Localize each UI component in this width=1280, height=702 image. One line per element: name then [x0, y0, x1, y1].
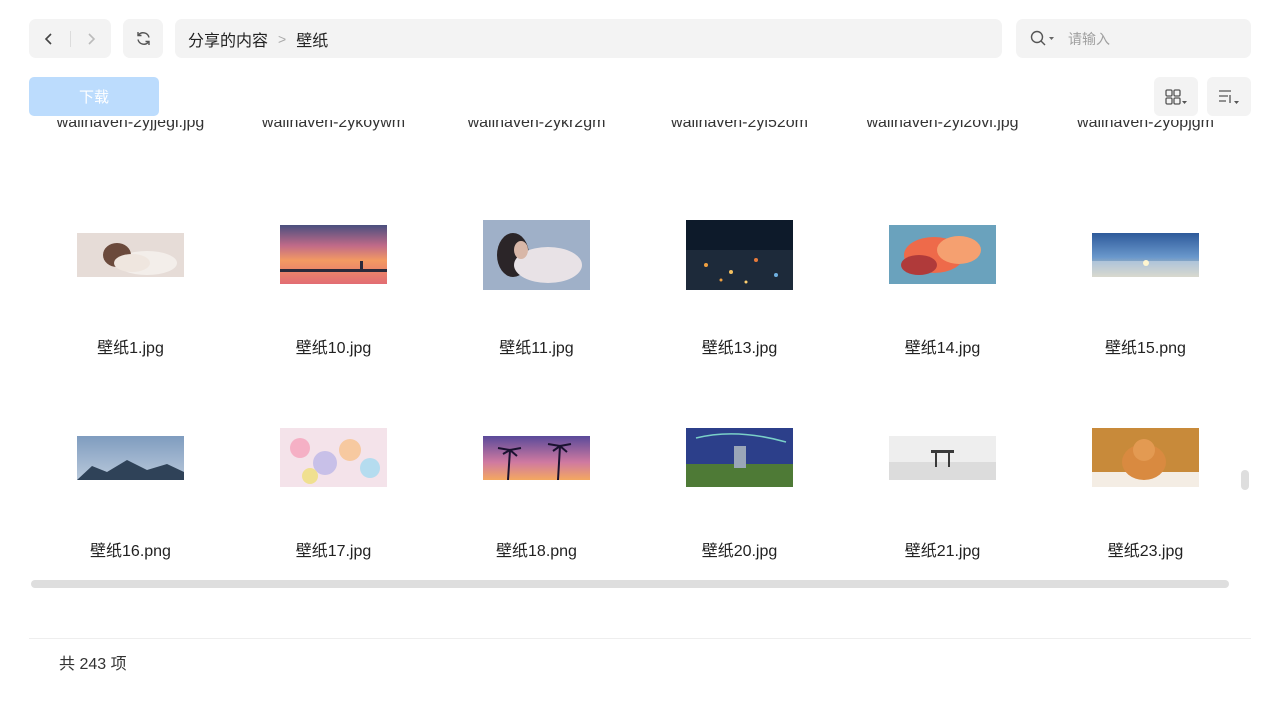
file-grid: wallhaven-2yjjegl.jpg wallhaven-2ykoywm … — [29, 120, 1229, 578]
thumbnail-image — [889, 436, 996, 480]
file-name: 壁纸10.jpg — [295, 340, 372, 357]
file-tile[interactable]: 壁纸10.jpg — [232, 220, 435, 423]
file-name: 壁纸14.jpg — [904, 340, 981, 357]
thumbnail-image — [483, 436, 590, 480]
grid-view-icon — [1165, 88, 1187, 105]
thumbnail-image — [889, 225, 996, 284]
file-tile[interactable]: 壁纸1.jpg — [29, 220, 232, 423]
horizontal-scrollbar[interactable] — [31, 580, 1229, 588]
thumbnail-image — [77, 233, 184, 277]
search-box — [1016, 19, 1251, 58]
thumbnail-image — [1092, 233, 1199, 277]
refresh-button[interactable] — [123, 19, 163, 58]
chevron-left-icon — [45, 32, 52, 45]
file-tile[interactable]: 壁纸20.jpg — [638, 423, 841, 578]
file-tile[interactable]: 壁纸21.jpg — [841, 423, 1044, 578]
thumbnail-image — [280, 225, 387, 284]
partial-row: wallhaven-2yjjegl.jpg wallhaven-2ykoywm … — [29, 120, 1229, 140]
file-name: 壁纸17.jpg — [295, 543, 372, 560]
file-tile[interactable]: 壁纸11.jpg — [435, 220, 638, 423]
file-tile[interactable]: 壁纸23.jpg — [1044, 423, 1229, 578]
file-tile[interactable]: 壁纸17.jpg — [232, 423, 435, 578]
file-name: 壁纸15.png — [1105, 340, 1186, 357]
file-name[interactable]: wallhaven-2yjjegl.jpg — [29, 120, 232, 132]
view-mode-button[interactable] — [1154, 77, 1198, 116]
file-name[interactable]: wallhaven-2ykr2gm — [435, 120, 638, 132]
footer-divider — [29, 638, 1251, 639]
file-name: 壁纸23.jpg — [1107, 543, 1184, 560]
file-name: 壁纸11.jpg — [499, 340, 574, 357]
file-name: 壁纸20.jpg — [701, 543, 778, 560]
vertical-scrollbar[interactable] — [1241, 470, 1249, 490]
file-tile[interactable]: 壁纸13.jpg — [638, 220, 841, 423]
breadcrumb-separator: > — [278, 30, 287, 47]
thumbnail-image — [483, 220, 590, 290]
breadcrumb: 分享的内容 > 壁纸 — [175, 19, 1002, 58]
forward-button[interactable] — [70, 19, 111, 58]
search-input[interactable] — [1068, 30, 1228, 47]
file-tile[interactable]: 壁纸15.png — [1044, 220, 1229, 423]
file-name[interactable]: wallhaven-2yopjgm — [1044, 120, 1229, 132]
thumbnail-image — [686, 428, 793, 487]
thumbnail-image — [77, 436, 184, 480]
breadcrumb-item-current[interactable]: 壁纸 — [296, 27, 328, 51]
file-name: 壁纸21.jpg — [904, 543, 981, 560]
file-name[interactable]: wallhaven-2ykoywm — [232, 120, 435, 132]
file-name[interactable]: wallhaven-2yl2ovl.jpg — [841, 120, 1044, 132]
refresh-icon — [136, 32, 150, 45]
thumbnail-image — [1092, 428, 1199, 487]
top-toolbar: 分享的内容 > 壁纸 — [29, 19, 1251, 58]
history-nav — [29, 19, 111, 58]
item-count: 共 243 项 — [59, 656, 127, 673]
file-tile[interactable]: 壁纸16.png — [29, 423, 232, 578]
file-tile[interactable]: 壁纸18.png — [435, 423, 638, 578]
chevron-right-icon — [88, 32, 95, 45]
file-name: 壁纸16.png — [90, 543, 171, 560]
thumbnail-image — [686, 220, 793, 290]
sort-button[interactable] — [1207, 77, 1251, 116]
file-tile[interactable]: 壁纸14.jpg — [841, 220, 1044, 423]
download-button[interactable]: 下载 — [29, 77, 159, 116]
back-button[interactable] — [29, 19, 70, 58]
file-name: 壁纸13.jpg — [701, 340, 778, 357]
sort-icon — [1219, 89, 1239, 104]
file-name: 壁纸18.png — [496, 543, 577, 560]
file-name: 壁纸1.jpg — [97, 340, 164, 357]
search-icon[interactable] — [1030, 30, 1056, 48]
breadcrumb-item-shared[interactable]: 分享的内容 — [188, 27, 268, 51]
thumbnail-image — [280, 428, 387, 487]
file-name[interactable]: wallhaven-2yl52om — [638, 120, 841, 132]
